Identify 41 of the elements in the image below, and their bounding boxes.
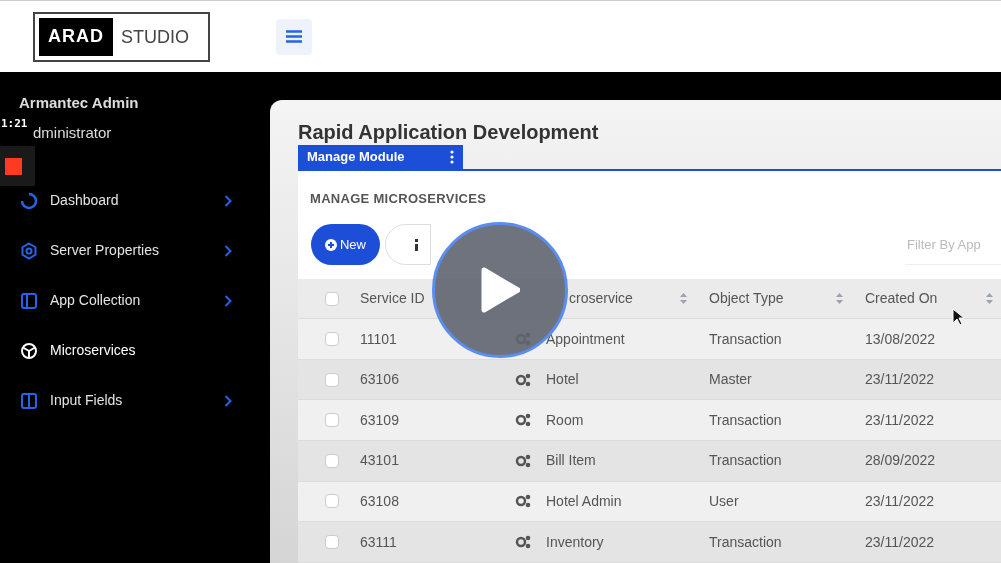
table-cell: 63106 xyxy=(360,371,399,388)
sidebar-item[interactable]: Input Fields xyxy=(0,375,270,426)
table-cell: 43101 xyxy=(360,452,399,469)
sidebar-item[interactable]: Microservices xyxy=(0,325,270,376)
user-name: Armantec Admin xyxy=(18,93,140,113)
table-cell: Bill Item xyxy=(546,452,596,469)
sidebar-item[interactable]: Dashboard xyxy=(0,175,270,226)
column-header[interactable]: Service ID xyxy=(360,288,425,310)
page-title: Rapid Application Development xyxy=(298,120,600,144)
user-role: dministrator xyxy=(33,123,112,141)
table-cell: 28/09/2022 xyxy=(865,452,936,469)
table-cell: 11101 xyxy=(360,330,397,347)
table-cell: Inventory xyxy=(546,533,604,550)
table-cell: 63108 xyxy=(360,492,399,509)
table-cell: Transaction xyxy=(709,411,782,428)
table-cell: Hotel Admin xyxy=(546,492,622,509)
sidebar-item[interactable]: Server Properties xyxy=(0,225,270,276)
module-tab[interactable]: Manage Module xyxy=(298,144,463,169)
sidebar-item[interactable]: App Collection xyxy=(0,275,270,326)
table-cell: 23/11/2022 xyxy=(865,411,935,428)
new-button[interactable]: New xyxy=(311,224,380,266)
table-cell: 13/08/2022 xyxy=(865,330,936,347)
table-cell: Master xyxy=(709,371,752,388)
logo[interactable]: ARAD STUDIO xyxy=(33,11,210,62)
table-cell: 23/11/2022 xyxy=(865,492,935,509)
filter-field[interactable]: Filter By App xyxy=(905,224,1001,266)
card-title: MANAGE MICROSERVICES xyxy=(309,189,488,208)
table-cell: User xyxy=(709,492,739,509)
table-cell: Hotel xyxy=(546,371,579,388)
column-header[interactable]: croservice xyxy=(569,288,633,310)
table-cell: Transaction xyxy=(709,330,782,347)
table-cell: Transaction xyxy=(709,452,782,469)
table-cell: 23/11/2022 xyxy=(865,533,935,550)
column-header[interactable]: Created On xyxy=(865,288,938,310)
table-cell: Transaction xyxy=(709,533,782,550)
table-cell: Room xyxy=(546,411,584,428)
table-cell: 63111 xyxy=(360,533,397,550)
table-cell: 23/11/2022 xyxy=(865,371,935,388)
column-header[interactable]: Object Type xyxy=(709,288,784,310)
table-cell: 63109 xyxy=(360,411,399,428)
table-cell: Appointment xyxy=(546,330,625,347)
